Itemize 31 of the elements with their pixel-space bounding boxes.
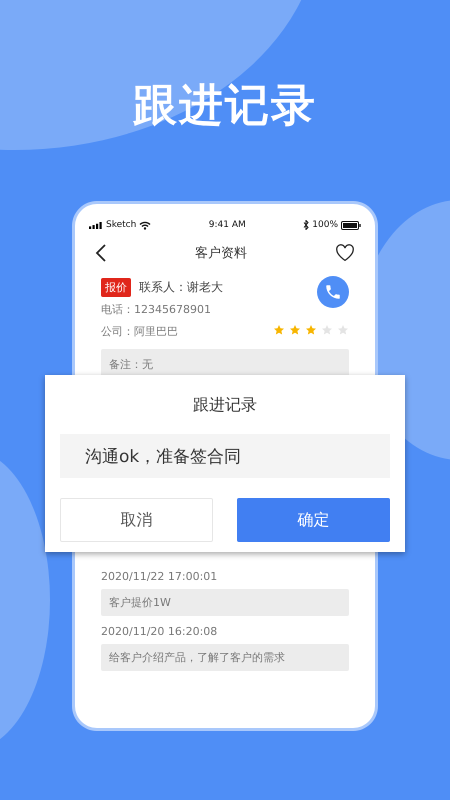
status-time: 9:41 AM	[208, 220, 246, 230]
confirm-button[interactable]: 确定	[237, 498, 390, 542]
battery-icon	[341, 220, 361, 230]
headline: 跟进记录	[133, 79, 317, 133]
status-tag: 报价	[101, 278, 131, 296]
page-title: 客户资料	[195, 245, 247, 262]
company-name: 公司：阿里巴巴	[101, 324, 178, 340]
back-icon[interactable]	[95, 243, 107, 263]
remark-text: 备注：无	[109, 358, 153, 371]
record-time: 2020/11/22 17:00:01	[101, 569, 218, 585]
input-field[interactable]: 沟通ok，准备签合同	[60, 434, 390, 478]
carrier-name: Sketch	[106, 220, 136, 230]
call-button[interactable]	[317, 276, 349, 308]
contact-name: 联系人：谢老大	[139, 278, 223, 296]
record-time: 2020/11/20 16:20:08	[101, 624, 218, 640]
dialog-title: 跟进记录	[193, 394, 257, 416]
star-icon	[337, 324, 349, 336]
star-icon	[289, 324, 301, 336]
battery-percent: 100%	[312, 220, 338, 230]
heart-icon[interactable]	[335, 244, 355, 262]
phone-number: 电话：12345678901	[101, 302, 212, 318]
bluetooth-icon	[303, 220, 310, 230]
signal-icon	[89, 222, 103, 228]
star-icon	[321, 324, 333, 336]
record-note: 给客户介绍产品，了解了客户的需求	[101, 644, 349, 671]
record-note: 客户提价1W	[101, 589, 349, 616]
wifi-icon	[139, 220, 152, 230]
star-icon	[273, 324, 285, 336]
cancel-button[interactable]: 取消	[60, 498, 213, 542]
star-icon	[305, 324, 317, 336]
phone-icon	[324, 283, 342, 301]
